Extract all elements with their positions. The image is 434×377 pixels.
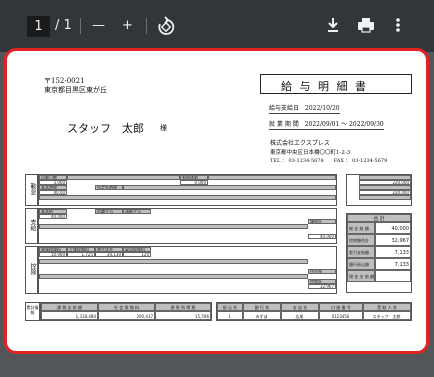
cell: 120 <box>123 252 151 257</box>
attendance-section-label: 勤怠 <box>25 174 38 206</box>
cell <box>123 185 336 190</box>
cell: 広尾 <box>281 311 319 320</box>
summary-header: 合 計 <box>347 214 411 222</box>
attendance-label: 勤怠 <box>29 183 36 195</box>
print-icon <box>358 18 374 33</box>
cell: 1 <box>217 311 243 320</box>
summary-label: 現 金 支 給 額 <box>347 270 375 282</box>
honorific: 様 <box>160 124 167 132</box>
payment-table: 基本給 40,000 役職手当 通勤手当 課税計 40,000 <box>38 208 337 244</box>
print-button[interactable] <box>357 16 375 36</box>
payment-section-label: 支給 <box>25 208 38 244</box>
pay-date: 給与支給日 2022/10/20 <box>269 105 340 114</box>
zoom-in-button[interactable]: + <box>122 16 133 36</box>
cell: 10,900 <box>39 252 67 257</box>
bank-table: 振 込 先 銀 行 名 支 店 名 口 座 番 号 受 取 人 名 1 みずほ … <box>216 302 412 321</box>
right-info-box: 220,000 220,000 <box>346 174 412 206</box>
cumulative-label: 累計情報 <box>26 305 39 315</box>
highlight-frame: 〒152-0021 東京都目黒区東が丘 スタッフ 太郎 様 給 与 明 細 書 … <box>4 48 429 354</box>
work-period: 就 業 期 間 2022/09/01 ～ 2022/09/30 <box>269 121 384 130</box>
pdf-toolbar: 1 / 1 — + <box>0 0 434 52</box>
zoom-out-button[interactable]: — <box>92 16 105 36</box>
summary-label: 差引支給額 <box>347 246 375 258</box>
cell: 支 店 名 <box>281 303 319 311</box>
cell: 住民税 <box>308 269 336 274</box>
more-options-button[interactable] <box>395 16 401 36</box>
cell: 社 会 保 険 料 <box>98 303 155 311</box>
summary-value: 7,133 <box>375 258 411 270</box>
summary-value: 40,000 <box>375 222 411 234</box>
document-title: 給 与 明 細 書 <box>281 80 368 93</box>
company-name: 株式会社エクスプレス <box>270 140 330 147</box>
cumulative-label-box: 累計情報 <box>25 302 40 321</box>
deduction-label: 控除 <box>29 263 36 275</box>
more-vert-icon <box>396 18 400 32</box>
cell <box>67 175 180 180</box>
page-number-input[interactable]: 1 <box>27 16 50 37</box>
cell: 1,318,480 <box>41 311 98 320</box>
cell: 銀 行 名 <box>243 303 281 311</box>
cell <box>39 274 308 279</box>
cell: 課 税 支 給 額 <box>41 303 98 311</box>
page-total: / 1 <box>55 18 72 33</box>
summary-label: 控除額合計 <box>347 234 375 246</box>
deduction-table: 健康保険料 10,900 介護保険料 1,725 厚生年金 20,130 雇用保… <box>38 246 337 294</box>
cell: 40,000 <box>308 234 336 239</box>
cell: 15,596 <box>155 311 211 320</box>
summary-label: 総 支 給 額 <box>347 222 375 234</box>
cell: 40,000 <box>39 214 67 219</box>
deduction-section-label: 控除 <box>25 246 38 294</box>
payslip-page: 〒152-0021 東京都目黒区東が丘 スタッフ 太郎 様 給 与 明 細 書 … <box>13 56 423 349</box>
cell: スタッフ 太郎 <box>363 311 411 320</box>
recipient-name: スタッフ 太郎 <box>67 122 144 135</box>
cell: 32,967 <box>308 284 336 289</box>
cell: 受 取 人 名 <box>363 303 411 311</box>
cell <box>39 195 336 200</box>
cell: 振 込 先 <box>217 303 243 311</box>
cell <box>39 259 308 264</box>
download-icon <box>328 18 338 32</box>
cell: 課税計 <box>308 219 336 224</box>
recipient-address: 東京都目黒区東が丘 <box>44 86 107 94</box>
cell: 200,437 <box>98 311 155 320</box>
toolbar-divider <box>80 18 81 34</box>
cell: みずほ <box>243 311 281 320</box>
cell: 源 泉 所 得 税 <box>155 303 211 311</box>
summary-value: 7,133 <box>375 246 411 258</box>
company-address: 東京都中央区日本橋〇〇町1-2-3 <box>270 150 351 156</box>
rotate-button[interactable] <box>157 16 175 36</box>
summary-value <box>375 270 411 282</box>
toolbar-divider <box>146 18 147 34</box>
cell <box>208 175 336 180</box>
cell: 0123456 <box>319 311 363 320</box>
cumulative-table: 課 税 支 給 額 社 会 保 険 料 源 泉 所 得 税 1,318,480 … <box>40 302 212 321</box>
payment-label: 支給 <box>29 219 36 231</box>
company-phone: TEL ： 03-1234-5678 FAX ： 03-1234-5679 <box>270 158 388 164</box>
cell <box>359 195 411 200</box>
cell: 通勤手当 <box>123 209 151 214</box>
summary-label: 銀行振込額 <box>347 258 375 270</box>
cell: 役職手当 <box>95 209 123 214</box>
cell: 20,130 <box>95 252 123 257</box>
rotate-icon <box>158 16 175 35</box>
summary-table: 合 計 総 支 給 額 40,000 控除額合計 32,967 差引支給額 7,… <box>346 213 412 293</box>
cell: 所定外時間 <box>95 185 123 190</box>
cell: 口 座 番 号 <box>319 303 363 311</box>
cell: 1,725 <box>67 252 95 257</box>
download-button[interactable] <box>326 16 340 36</box>
attendance-table: 出勤日数 3.000 有給休暇 0.000 基本時間 40.00 所定外時間 <box>38 174 337 206</box>
summary-value: 32,967 <box>375 234 411 246</box>
cell <box>39 224 308 229</box>
